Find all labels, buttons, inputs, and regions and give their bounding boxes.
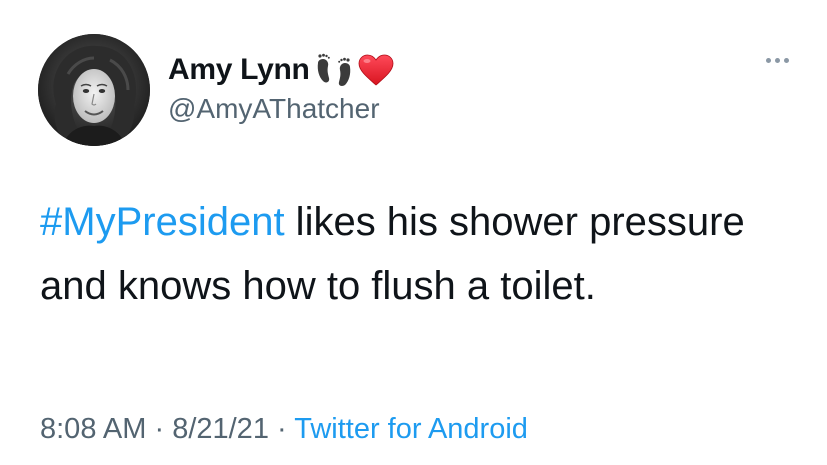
user-info: Amy Lynn @AmyAThatcher	[168, 50, 394, 125]
display-name[interactable]: Amy Lynn	[168, 53, 310, 87]
tweet-time[interactable]: 8:08 AM	[40, 413, 146, 445]
tweet-date[interactable]: 8/21/21	[172, 413, 269, 445]
meta-separator: ·	[268, 413, 295, 445]
footprints-icon	[314, 53, 354, 87]
more-options-button[interactable]	[766, 58, 789, 63]
user-handle[interactable]: @AmyAThatcher	[168, 93, 394, 125]
tweet-meta: 8:08 AM · 8/21/21 · Twitter for Android	[40, 413, 528, 446]
name-row: Amy Lynn	[168, 50, 394, 90]
tweet-source-link[interactable]: Twitter for Android	[294, 413, 528, 445]
avatar[interactable]	[38, 34, 150, 146]
more-dot-icon	[766, 58, 771, 63]
tweet-text: #MyPresident likes his shower pressure a…	[40, 190, 760, 318]
tweet-card: Amy Lynn @AmyAThatcher #MyPresident like…	[0, 0, 827, 465]
red-heart-icon	[358, 54, 394, 86]
more-dot-icon	[784, 58, 789, 63]
hashtag-link[interactable]: #MyPresident	[40, 200, 285, 244]
avatar-photo	[38, 34, 150, 146]
more-dot-icon	[775, 58, 780, 63]
meta-separator: ·	[146, 413, 173, 445]
